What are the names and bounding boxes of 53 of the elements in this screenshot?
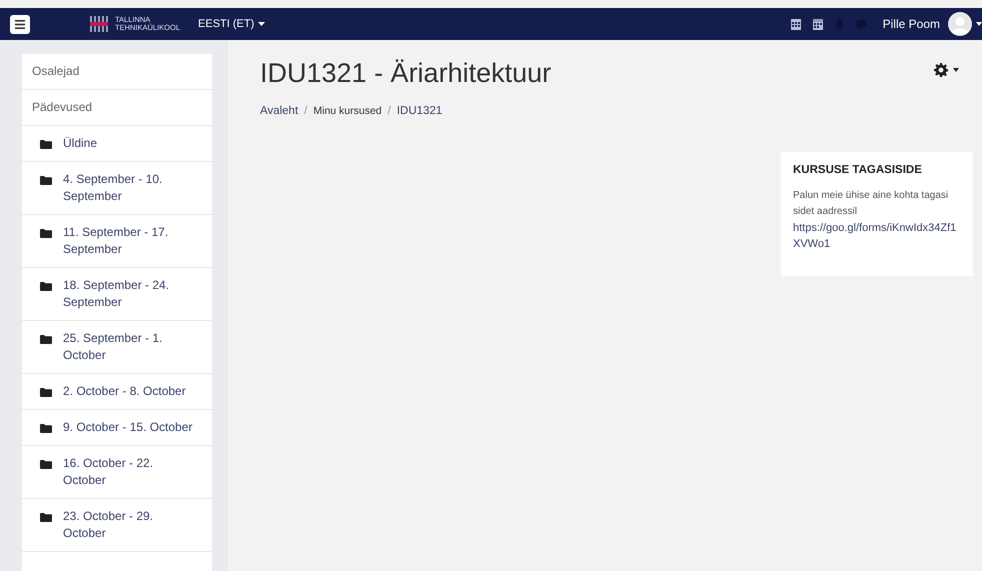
folder-icon xyxy=(40,513,52,522)
caret-icon[interactable] xyxy=(976,22,982,26)
section-link[interactable]: 25. September - 1. October xyxy=(63,330,196,364)
breadcrumb-link[interactable]: IDU1321 xyxy=(396,105,442,117)
folder-icon xyxy=(40,176,52,185)
folder-icon xyxy=(40,229,52,238)
section-link[interactable]: 9. October - 15. October xyxy=(63,419,192,436)
nav-item[interactable]: 25. September - 1. October xyxy=(22,321,212,374)
feedback-link[interactable]: https://goo.gl/forms/iKnwIdx34Zf1XVWo1 xyxy=(793,220,961,252)
card-title: KURSUSE TAGASISIDE xyxy=(793,164,923,176)
breadcrumb-link[interactable]: Avaleht xyxy=(260,105,298,117)
nav-item[interactable]: 18. September - 24. September xyxy=(22,268,212,321)
nav-item[interactable]: 23. October - 29. October xyxy=(22,499,212,552)
section-link[interactable]: 4. September - 10. September xyxy=(63,171,196,205)
section-link[interactable]: 16. October - 22. October xyxy=(63,455,196,489)
breadcrumb-separator: / xyxy=(304,105,308,117)
calendar-icon[interactable] xyxy=(812,18,823,30)
folder-icon xyxy=(40,282,52,291)
avatar-icon[interactable] xyxy=(948,12,972,36)
nav-link[interactable]: Pädevused xyxy=(32,99,92,116)
page-title: IDU1321 - Äriarhitektuur xyxy=(260,58,552,89)
card-text: Palun meie ühise aine kohta tagasi sidet aadressil https://goo.gl/forms/iKnwIdx34Zf1XVWo1 xyxy=(793,188,961,252)
settings-icon xyxy=(934,63,948,77)
section-link[interactable]: 23. October - 29. October xyxy=(63,508,196,542)
settings-button[interactable] xyxy=(934,63,959,77)
folder-icon xyxy=(40,140,52,149)
nav-item[interactable]: Osalejad xyxy=(22,54,212,90)
menu-button[interactable] xyxy=(10,14,30,34)
section-link[interactable]: 11. September - 17. September xyxy=(63,224,196,258)
section-link[interactable]: 18. September - 24. September xyxy=(63,277,196,311)
language-menu[interactable]: EESTI (ET) xyxy=(198,18,266,30)
nav-item[interactable]: 9. October - 15. October xyxy=(22,410,212,446)
section-link[interactable]: 2. October - 8. October xyxy=(63,383,186,400)
caret-icon xyxy=(258,22,266,26)
nav-link[interactable]: Osalejad xyxy=(32,63,80,80)
menu-icon xyxy=(15,20,25,28)
nav-item[interactable]: 11. September - 17. September xyxy=(22,215,212,268)
breadcrumb-text: Minu kursused xyxy=(313,105,382,117)
table-icon[interactable] xyxy=(790,18,801,30)
folder-icon xyxy=(40,335,52,344)
folder-icon xyxy=(40,388,52,397)
folder-icon xyxy=(40,460,52,469)
nav-item[interactable]: 2. October - 8. October xyxy=(22,374,212,410)
nav-item[interactable]: 16. October - 22. October xyxy=(22,446,212,499)
nav-item[interactable]: Üldine xyxy=(22,126,212,162)
caret-icon xyxy=(953,68,959,72)
logo-icon xyxy=(90,16,110,32)
section-link[interactable]: Üldine xyxy=(63,135,98,152)
nav-item[interactable]: Pädevused xyxy=(22,90,212,126)
nav-item[interactable]: 4. September - 10. September xyxy=(22,162,212,215)
folder-icon xyxy=(40,424,52,433)
user-name[interactable]: Pille Poom xyxy=(882,17,940,31)
breadcrumb-separator: / xyxy=(388,105,391,117)
